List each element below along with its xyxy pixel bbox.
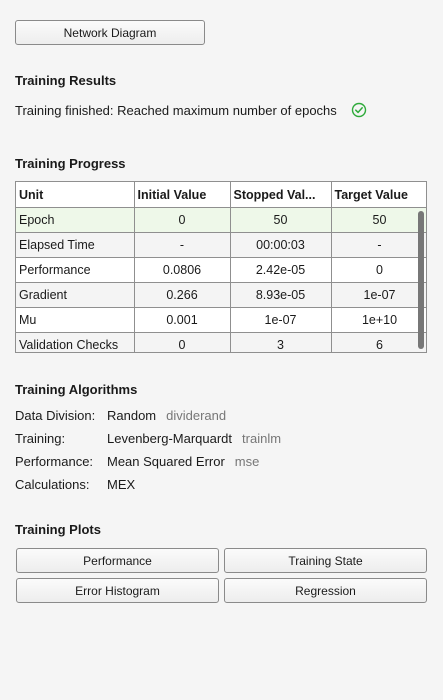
cell-stopped: 3 bbox=[229, 332, 332, 352]
cell-stopped: 2.42e-05 bbox=[229, 257, 332, 283]
algorithm-name: Levenberg-Marquardt bbox=[107, 431, 233, 446]
column-header-unit[interactable]: Unit bbox=[16, 182, 135, 208]
error-histogram-plot-button[interactable]: Error Histogram bbox=[16, 578, 219, 603]
cell-initial: 0.266 bbox=[133, 282, 231, 308]
cell-target: 1e-07 bbox=[330, 282, 426, 308]
cell-unit: Epoch bbox=[16, 207, 135, 233]
algorithm-value-performance: Mean Squared Error mse bbox=[107, 454, 259, 469]
training-plots-heading: Training Plots bbox=[15, 522, 101, 537]
cell-target: - bbox=[330, 232, 426, 258]
cell-stopped: 8.93e-05 bbox=[229, 282, 332, 308]
algorithm-function: dividerand bbox=[166, 408, 227, 423]
cell-target: 50 bbox=[330, 207, 426, 233]
cell-stopped: 1e-07 bbox=[229, 307, 332, 333]
training-status-text: Training finished: Reached maximum numbe… bbox=[15, 102, 337, 118]
algorithm-label-calculations: Calculations: bbox=[15, 477, 90, 492]
cell-unit: Mu bbox=[16, 307, 135, 333]
algorithm-function: mse bbox=[234, 454, 260, 469]
training-progress-table[interactable]: Unit Initial Value Stopped Val... Target… bbox=[15, 181, 427, 353]
cell-target: 6 bbox=[330, 332, 426, 352]
cell-unit: Elapsed Time bbox=[16, 232, 135, 258]
cell-unit: Gradient bbox=[16, 282, 135, 308]
algorithm-name: Random bbox=[107, 408, 157, 423]
column-header-stopped-value[interactable]: Stopped Val... bbox=[229, 182, 332, 208]
training-algorithms-heading: Training Algorithms bbox=[15, 382, 138, 397]
column-header-target-value[interactable]: Target Value bbox=[330, 182, 426, 208]
algorithm-label-data-division: Data Division: bbox=[15, 408, 96, 423]
cell-initial: 0 bbox=[133, 207, 231, 233]
table-scrollbar[interactable] bbox=[418, 211, 424, 349]
table-row[interactable]: Validation Checks 0 3 6 bbox=[16, 332, 426, 352]
algorithm-label-performance: Performance: bbox=[15, 454, 94, 469]
cell-target: 1e+10 bbox=[330, 307, 426, 333]
cell-stopped: 00:00:03 bbox=[229, 232, 332, 258]
table-header-row: Unit Initial Value Stopped Val... Target… bbox=[16, 182, 426, 208]
cell-unit: Validation Checks bbox=[16, 332, 135, 352]
table-row[interactable]: Gradient 0.266 8.93e-05 1e-07 bbox=[16, 282, 426, 308]
algorithm-label-training: Training: bbox=[15, 431, 66, 446]
cell-stopped: 50 bbox=[229, 207, 332, 233]
algorithm-value-training: Levenberg-Marquardt trainlm bbox=[107, 431, 281, 446]
table-row[interactable]: Mu 0.001 1e-07 1e+10 bbox=[16, 307, 426, 333]
network-diagram-button[interactable]: Network Diagram bbox=[15, 20, 205, 45]
training-results-heading: Training Results bbox=[15, 73, 117, 88]
regression-plot-button[interactable]: Regression bbox=[224, 578, 427, 603]
cell-initial: - bbox=[133, 232, 231, 258]
algorithm-name: MEX bbox=[107, 477, 136, 492]
table-row[interactable]: Performance 0.0806 2.42e-05 0 bbox=[16, 257, 426, 283]
check-circle-icon bbox=[351, 102, 366, 118]
table-row[interactable]: Epoch 0 50 50 bbox=[16, 207, 426, 233]
cell-initial: 0.001 bbox=[133, 307, 231, 333]
table-row[interactable]: Elapsed Time - 00:00:03 - bbox=[16, 232, 426, 258]
cell-initial: 0 bbox=[133, 332, 231, 352]
training-progress-heading: Training Progress bbox=[15, 156, 126, 171]
algorithm-name: Mean Squared Error bbox=[107, 454, 225, 469]
cell-initial: 0.0806 bbox=[133, 257, 231, 283]
column-header-initial-value[interactable]: Initial Value bbox=[133, 182, 231, 208]
algorithm-function: trainlm bbox=[242, 431, 282, 446]
algorithm-value-calculations: MEX bbox=[107, 477, 135, 492]
cell-target: 0 bbox=[330, 257, 426, 283]
training-status: Training finished: Reached maximum numbe… bbox=[15, 102, 367, 118]
cell-unit: Performance bbox=[16, 257, 135, 283]
training-state-plot-button[interactable]: Training State bbox=[224, 548, 427, 573]
performance-plot-button[interactable]: Performance bbox=[16, 548, 219, 573]
algorithm-value-data-division: Random dividerand bbox=[107, 408, 226, 423]
